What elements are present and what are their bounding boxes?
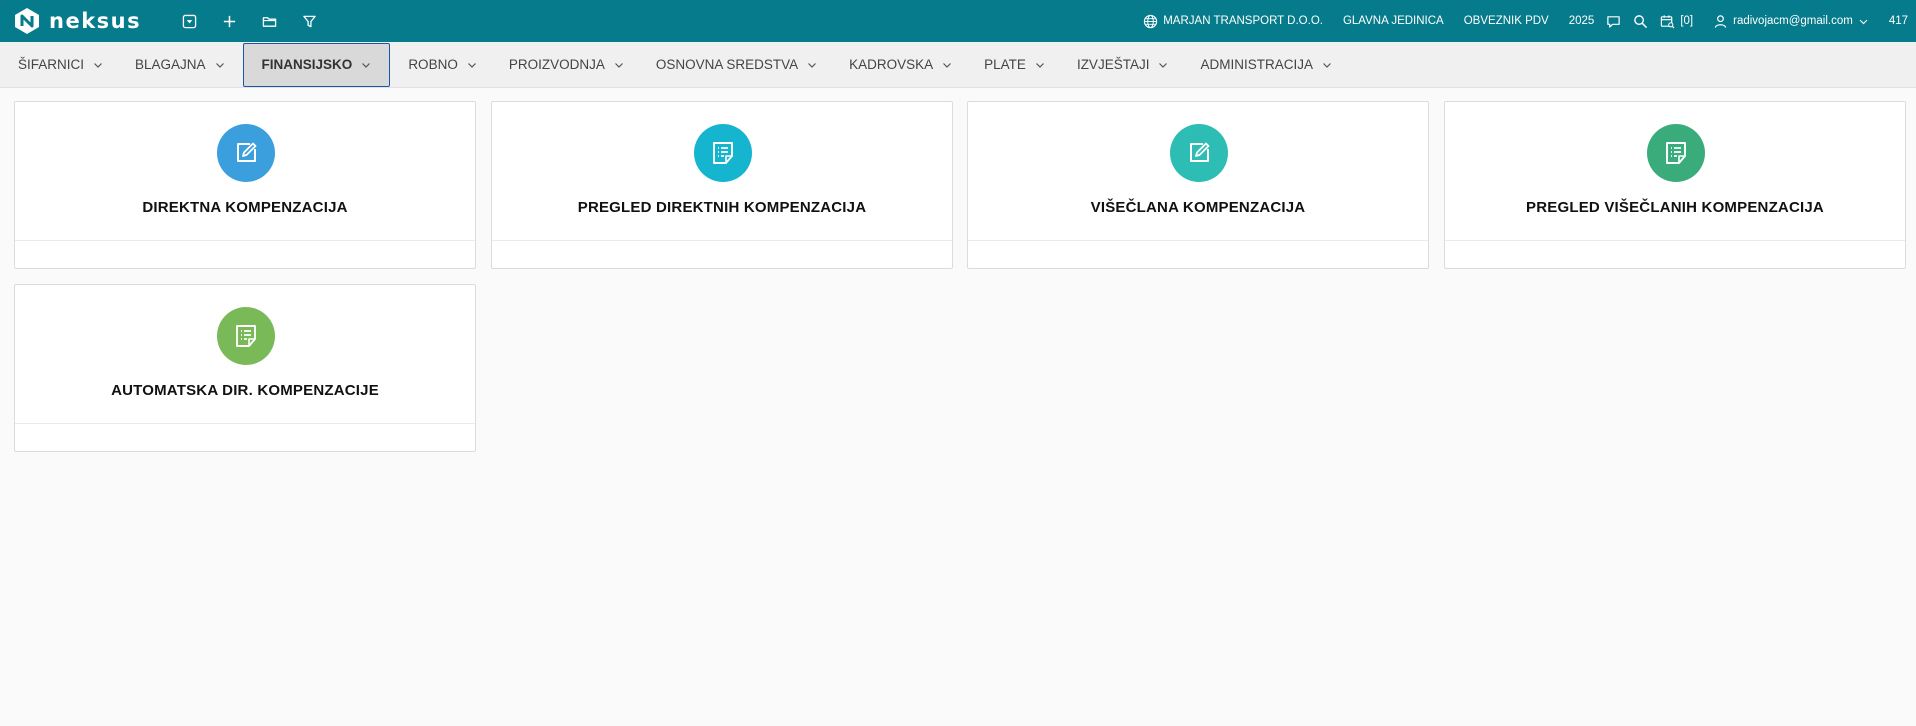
chevron-down-icon [94, 62, 102, 68]
card-icon-circle [1170, 124, 1228, 182]
chevron-down-icon [1036, 62, 1044, 68]
menu-item-blagajna[interactable]: BLAGAJNA [119, 43, 241, 87]
card-icon-circle [217, 307, 275, 365]
dropdown-box-button[interactable] [169, 0, 209, 42]
chevron-down-icon [215, 62, 224, 68]
list-icon [713, 142, 733, 164]
edit-icon [1190, 142, 1210, 162]
open-folder-button[interactable] [249, 0, 289, 42]
menu-item-proizvodnja[interactable]: PROIZVODNJA [493, 43, 640, 87]
tasks-count: [0] [1680, 15, 1694, 27]
card-pregled-viseclanih-kompenzacija[interactable]: PREGLED VIŠEČLANIH KOMPENZACIJA [1444, 101, 1906, 269]
user-menu[interactable]: radivojacm@gmail.com [1713, 14, 1869, 29]
menu-item-sifarnici[interactable]: ŠIFARNICI [2, 43, 119, 87]
card-automatska-dir-kompenzacije[interactable]: AUTOMATSKA DIR. KOMPENZACIJE [14, 284, 476, 452]
chevron-down-icon [1159, 62, 1168, 68]
menu-item-osnovna-sredstva[interactable]: OSNOVNA SREDSTVA [640, 43, 833, 87]
card-title: PREGLED DIREKTNIH KOMPENZACIJA [577, 199, 867, 216]
user-id: 417 [1889, 15, 1908, 27]
card-direktna-kompenzacija[interactable]: DIREKTNA KOMPENZACIJA [14, 101, 476, 269]
messages-button[interactable] [1606, 14, 1621, 29]
search-icon [1634, 14, 1648, 28]
add-button[interactable] [209, 0, 249, 42]
filter-icon [302, 15, 316, 27]
card-icon-circle [694, 124, 752, 182]
card-icon-circle [1647, 124, 1705, 182]
user-id-label: 417 [1888, 15, 1908, 27]
filter-button[interactable] [289, 0, 329, 42]
chevron-down-icon [1859, 19, 1868, 24]
dropdown-box-icon [182, 14, 196, 28]
unit-selector[interactable]: GLAVNA JEDINICA [1343, 15, 1444, 27]
folder-icon [262, 16, 276, 27]
menu-item-robno[interactable]: ROBNO [392, 43, 493, 87]
card-divider [968, 240, 1428, 241]
logo[interactable]: neksus [13, 0, 141, 42]
company-name: MARJAN TRANSPORT D.O.O. [1163, 15, 1323, 27]
search-button[interactable] [1633, 14, 1648, 29]
chat-icon [1607, 15, 1621, 28]
card-pregled-direktnih-kompenzacija[interactable]: PREGLED DIREKTNIH KOMPENZACIJA [491, 101, 953, 269]
user-email: radivojacm@gmail.com [1733, 15, 1853, 27]
tasks-button[interactable]: [0] [1660, 14, 1693, 29]
chevron-down-icon [467, 62, 476, 68]
company-selector[interactable]: MARJAN TRANSPORT D.O.O. [1143, 14, 1323, 29]
top-bar: neksus MARJAN TRANSPORT D.O.O. GLAVNA JE… [0, 0, 1916, 42]
card-title: VIŠEČLANA KOMPENZACIJA [1090, 199, 1306, 216]
list-icon [236, 325, 256, 347]
neksus-logo-icon [15, 8, 39, 34]
card-title: PREGLED VIŠEČLANIH KOMPENZACIJA [1526, 199, 1824, 216]
plus-icon [223, 15, 235, 27]
vat-label: OBVEZNIK PDV [1463, 15, 1549, 27]
menu-item-administracija[interactable]: ADMINISTRACIJA [1184, 43, 1348, 87]
card-divider [492, 240, 952, 241]
vat-status[interactable]: OBVEZNIK PDV [1464, 15, 1549, 27]
card-divider [15, 240, 475, 241]
unit-name: GLAVNA JEDINICA [1342, 15, 1444, 27]
chevron-down-icon [943, 62, 952, 68]
menu-item-kadrovska[interactable]: KADROVSKA [833, 43, 968, 87]
chevron-down-icon [362, 62, 371, 68]
chevron-down-icon [808, 62, 817, 68]
user-icon [1714, 14, 1727, 28]
card-divider [1445, 240, 1905, 241]
menu-item-finansijsko[interactable]: FINANSIJSKO [242, 42, 391, 87]
card-icon-circle [217, 124, 275, 182]
edit-icon [237, 142, 257, 162]
main-menu: ŠIFARNICI BLAGAJNA FINANSIJSKO ROBNO PRO… [0, 42, 1916, 88]
globe-icon [1144, 14, 1158, 28]
menu-item-izvjestaji[interactable]: IZVJEŠTAJI [1061, 43, 1185, 87]
year-label: 2025 [1568, 15, 1595, 27]
card-divider [15, 423, 475, 424]
brand-name: neksus [49, 9, 142, 33]
chevron-down-icon [1323, 62, 1331, 68]
menu-item-plate[interactable]: PLATE [968, 43, 1061, 87]
year-selector[interactable]: 2025 [1569, 15, 1595, 27]
calendar-search-icon [1661, 14, 1675, 28]
list-icon [1666, 142, 1686, 164]
card-viseclana-kompenzacija[interactable]: VIŠEČLANA KOMPENZACIJA [967, 101, 1429, 269]
card-title: DIREKTNA KOMPENZACIJA [142, 199, 348, 216]
chevron-down-icon [614, 62, 623, 68]
card-title: AUTOMATSKA DIR. KOMPENZACIJE [111, 382, 379, 399]
